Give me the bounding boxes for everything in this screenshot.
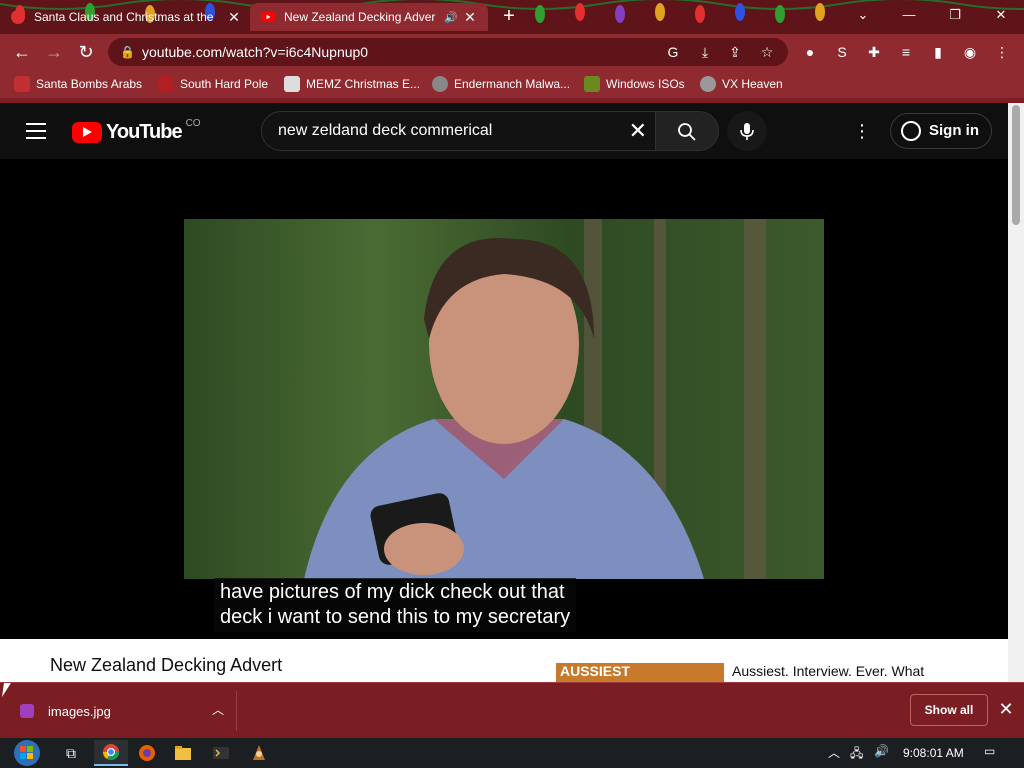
bookmark-item[interactable]: Santa Bombs Arabs: [14, 74, 142, 94]
video-frame[interactable]: [184, 219, 824, 579]
terminal-taskbar-icon[interactable]: [204, 740, 238, 766]
youtube-logo[interactable]: YouTube CO: [72, 118, 201, 144]
bookmark-item[interactable]: MEMZ Christmas E...: [284, 74, 420, 94]
new-tab-button[interactable]: +: [498, 6, 520, 28]
search-input[interactable]: new zeldand deck commerical ✕: [261, 111, 656, 151]
voice-search-button[interactable]: [727, 111, 767, 151]
search-button[interactable]: [655, 111, 719, 151]
video-still: [304, 238, 704, 579]
clock[interactable]: 9:08:01 AM: [903, 746, 964, 760]
tab-close-icon[interactable]: ✕: [226, 9, 242, 26]
extension-s-icon[interactable]: S: [830, 40, 854, 64]
chrome-menu-icon[interactable]: ⋮: [990, 40, 1014, 64]
tab-title: New Zealand Decking Adver: [284, 10, 436, 24]
speaker-icon[interactable]: 🔊: [444, 11, 458, 24]
browser-toolbar: ← → ↻ 🔒 youtube.com/watch?v=i6c4Nupnup0 …: [0, 34, 1024, 70]
video-title: New Zealand Decking Advert: [50, 655, 283, 675]
video-player[interactable]: have pictures of my dick check out that …: [0, 159, 1008, 639]
scrollbar-thumb[interactable]: [1012, 105, 1020, 225]
tab-new-zealand-decking[interactable]: New Zealand Decking Adver 🔊 ✕: [250, 3, 488, 31]
windows-taskbar: ⧉ ︿ 🖧 🔊 9:08:01 AM ▭: [0, 738, 1024, 768]
watch-info: New Zealand Decking Advert AUSSIEST Auss…: [0, 639, 1008, 683]
volume-icon[interactable]: 🔊: [874, 744, 889, 758]
page-scrollbar[interactable]: [1008, 103, 1024, 682]
santa-app-taskbar-icon[interactable]: [242, 740, 276, 766]
tab-strip: Santa Claus and Christmas at the ✕ New Z…: [0, 0, 1024, 34]
microphone-icon: [740, 123, 754, 140]
biohazard-icon: [700, 76, 716, 92]
youtube-play-icon: [72, 122, 102, 143]
address-bar[interactable]: 🔒 youtube.com/watch?v=i6c4Nupnup0 G ⤓ ⇪ …: [108, 38, 788, 66]
back-arrow-icon[interactable]: ←: [10, 40, 34, 64]
network-icon[interactable]: 🖧: [850, 744, 863, 765]
side-panel-icon[interactable]: ▮: [926, 40, 950, 64]
divider: [236, 691, 237, 731]
tab-search-chevron-icon[interactable]: ⌄: [840, 0, 886, 30]
youtube-masthead: YouTube CO new zeldand deck commerical ✕…: [0, 103, 1008, 159]
bookmark-star-icon[interactable]: ☆: [756, 38, 778, 66]
action-center-icon[interactable]: ▭: [984, 744, 995, 758]
skull-icon: [432, 76, 448, 92]
profile-flag-extension-icon[interactable]: ●: [798, 40, 822, 64]
star-icon: [158, 76, 174, 92]
profile-avatar-icon[interactable]: ◉: [958, 40, 982, 64]
share-icon[interactable]: ⇪: [724, 38, 746, 66]
image-file-icon: [20, 704, 34, 718]
guide-menu-icon[interactable]: [26, 123, 46, 139]
settings-kebab-icon[interactable]: ⋮: [852, 121, 872, 141]
download-item[interactable]: images.jpg ︿: [20, 701, 230, 721]
google-lens-icon[interactable]: G: [662, 38, 684, 66]
extensions-puzzle-icon[interactable]: ✚: [862, 40, 886, 64]
browser-chrome: Santa Claus and Christmas at the ✕ New Z…: [0, 0, 1024, 103]
tab-title: Santa Claus and Christmas at the: [34, 10, 214, 24]
bookmark-item[interactable]: South Hard Pole: [158, 74, 268, 94]
close-window-button[interactable]: ✕: [978, 0, 1024, 30]
install-app-icon[interactable]: ⤓: [694, 38, 716, 66]
lock-icon[interactable]: 🔒: [120, 38, 135, 66]
clear-search-icon[interactable]: ✕: [629, 112, 647, 150]
start-button[interactable]: [8, 740, 46, 766]
file-explorer-icon[interactable]: [166, 740, 200, 766]
recommended-title[interactable]: Aussiest. Interview. Ever. What: [732, 663, 924, 679]
closed-caption: have pictures of my dick check out that …: [214, 578, 577, 632]
youtube-favicon-icon: [261, 12, 275, 22]
tab-close-icon[interactable]: ✕: [462, 9, 478, 26]
chevron-up-icon[interactable]: ︿: [212, 701, 224, 718]
recommended-thumbnail[interactable]: AUSSIEST: [556, 663, 724, 683]
show-hidden-icons-chevron-icon[interactable]: ︿: [828, 744, 840, 761]
bookmark-item[interactable]: Endermanch Malwa...: [432, 74, 570, 94]
restore-button[interactable]: ❐: [932, 0, 978, 30]
reload-icon[interactable]: ↻: [74, 40, 98, 64]
page-icon: [284, 76, 300, 92]
close-shelf-icon[interactable]: ✕: [996, 699, 1016, 719]
bookmark-item[interactable]: Windows ISOs: [584, 74, 685, 94]
account-circle-icon: [901, 121, 921, 141]
minimize-button[interactable]: —: [886, 0, 932, 30]
address-text: youtube.com/watch?v=i6c4Nupnup0: [142, 44, 369, 60]
santa-icon: [14, 76, 30, 92]
task-view-icon[interactable]: ⧉: [54, 740, 88, 766]
chrome-taskbar-icon[interactable]: [94, 740, 128, 766]
sign-in-button[interactable]: Sign in: [890, 113, 992, 149]
media-queue-icon[interactable]: ≡: [894, 40, 918, 64]
country-code: CO: [185, 118, 201, 129]
bookmarks-bar: Santa Bombs Arabs South Hard Pole MEMZ C…: [0, 70, 1024, 98]
tab-santa-claus[interactable]: Santa Claus and Christmas at the ✕: [0, 3, 252, 31]
forward-arrow-icon[interactable]: →: [42, 40, 66, 64]
show-all-button[interactable]: Show all: [910, 694, 988, 726]
santa-favicon-icon: [11, 10, 25, 24]
search-icon: [678, 123, 696, 141]
bookmark-item[interactable]: VX Heaven: [700, 74, 783, 94]
firefox-taskbar-icon[interactable]: [130, 740, 164, 766]
downloads-shelf: images.jpg ︿ Show all ✕: [0, 682, 1024, 738]
windows-orb-icon: [14, 740, 40, 766]
tree-icon: [584, 76, 600, 92]
